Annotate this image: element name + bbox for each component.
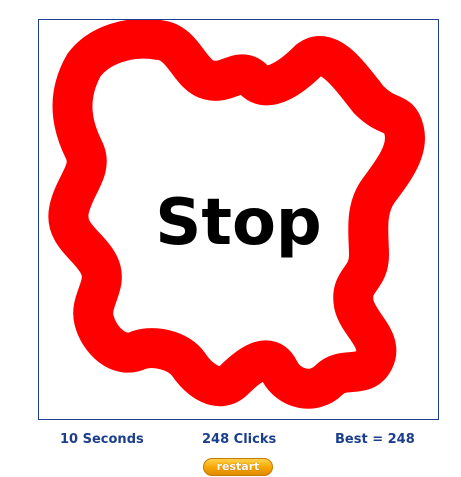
seconds-counter: 10 Seconds	[60, 432, 144, 447]
clicks-counter: 248 Clicks	[202, 432, 277, 447]
restart-button[interactable]: restart	[203, 458, 273, 476]
best-score: Best = 248	[335, 432, 415, 447]
game-status-text: Stop	[155, 185, 322, 260]
stats-row: 10 Seconds 248 Clicks Best = 248	[0, 432, 461, 450]
game-board[interactable]: Stop	[38, 19, 439, 420]
